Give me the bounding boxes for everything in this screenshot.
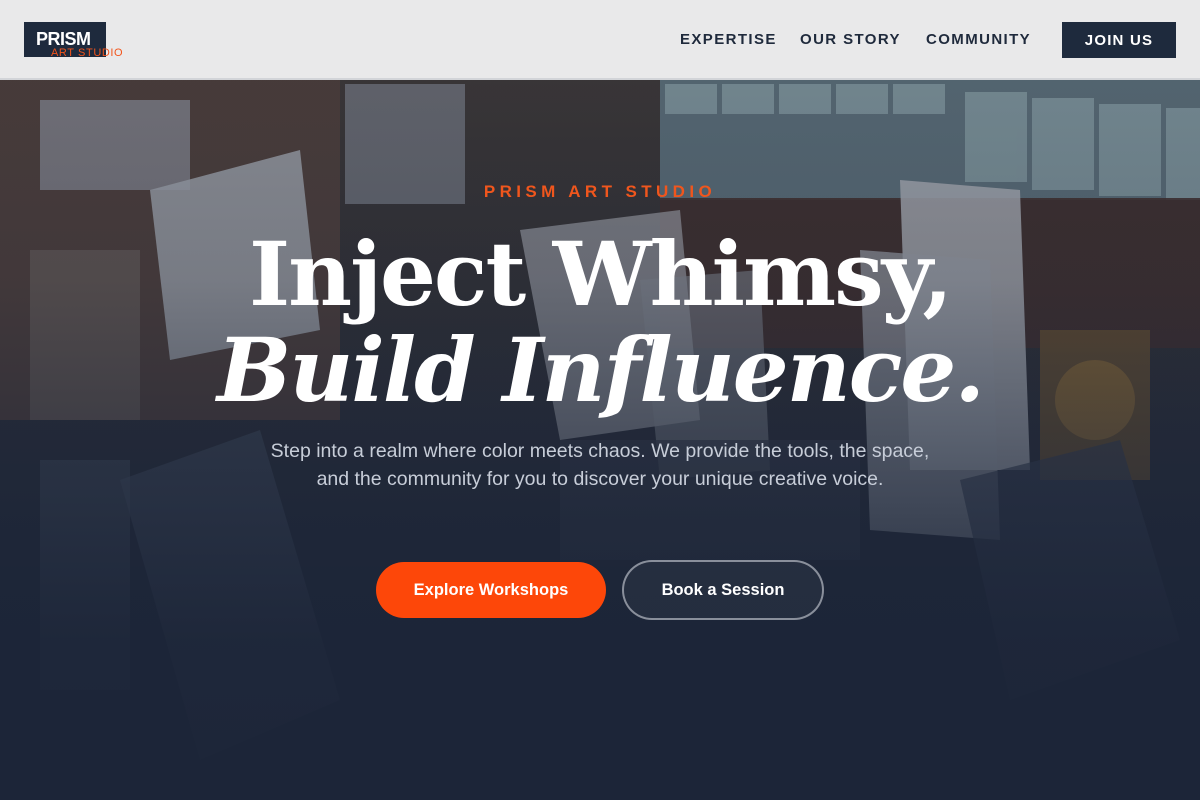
explore-workshops-button[interactable]: Explore Workshops [376,562,606,618]
nav-link-community[interactable]: COMMUNITY [926,31,1031,49]
hero-headline-line1: Inject Whimsy, [248,222,953,326]
logo-tagline: ART STUDIO [51,47,124,59]
hero-subtext: Step into a realm where color meets chao… [270,440,930,490]
nav-link-expertise[interactable]: EXPERTISE [680,31,777,49]
logo-name: PRISM [36,29,91,49]
nav-link-our-story[interactable]: OUR STORY [800,31,901,49]
site-header: PRISM ART STUDIO EXPERTISE OUR STORY COM… [0,0,1200,80]
hero-headline-line2: Build Influence. [217,318,985,422]
hero-eyebrow: PRISM ART STUDIO [483,182,717,201]
logo[interactable]: PRISM ART STUDIO [24,22,123,59]
join-us-button[interactable]: JOIN US [1062,22,1176,58]
book-session-button[interactable]: Book a Session [622,560,824,620]
